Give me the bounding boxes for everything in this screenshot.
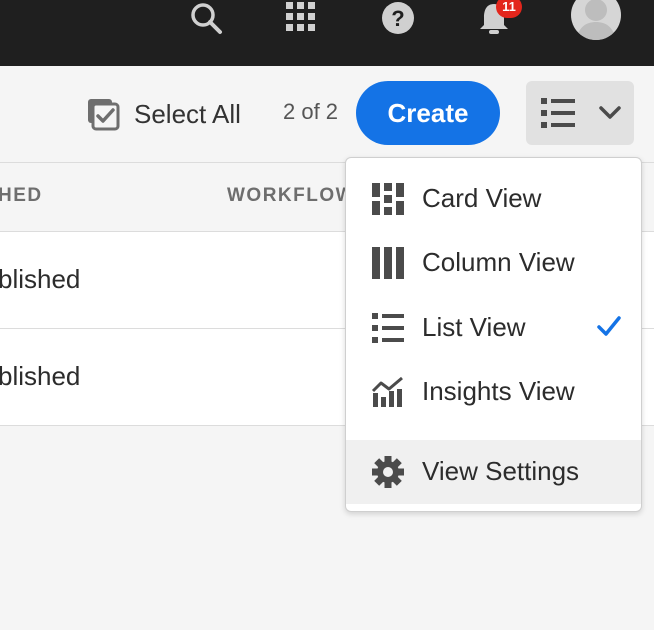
- menu-item-label: View Settings: [422, 456, 580, 486]
- svg-text:?: ?: [391, 6, 404, 31]
- selection-count: 2 of 2: [283, 99, 339, 124]
- avatar[interactable]: [571, 0, 621, 40]
- select-all-button[interactable]: Select All: [86, 96, 241, 132]
- help-icon[interactable]: ?: [381, 0, 415, 36]
- status-cell: blished: [0, 264, 81, 294]
- shell-bar: ? 11: [0, 0, 654, 66]
- status-cell: blished: [0, 361, 81, 391]
- menu-item-insights-view[interactable]: Insights View: [346, 360, 641, 424]
- apps-grid-icon[interactable]: [284, 0, 318, 34]
- menu-item-label: Card View: [422, 183, 542, 213]
- menu-item-list-view[interactable]: List View: [346, 296, 641, 360]
- action-bar: Select All 2 of 2 Create: [0, 66, 654, 163]
- search-icon[interactable]: [188, 2, 224, 36]
- create-button[interactable]: Create: [356, 81, 500, 145]
- chevron-down-icon: [599, 106, 621, 119]
- column-header-published[interactable]: HED: [0, 185, 43, 207]
- column-view-icon: [372, 247, 404, 279]
- column-header-workflow[interactable]: WORKFLOW: [227, 185, 355, 207]
- select-all-checkbox-icon: [88, 99, 120, 131]
- gear-icon: [372, 456, 404, 488]
- menu-item-column-view[interactable]: Column View: [346, 231, 641, 295]
- list-view-icon: [372, 313, 404, 343]
- menu-item-card-view[interactable]: Card View: [346, 167, 641, 231]
- select-all-label: Select All: [134, 98, 241, 129]
- card-view-icon: [372, 183, 404, 215]
- view-switcher-button[interactable]: [526, 81, 634, 145]
- menu-item-label: Insights View: [422, 376, 575, 406]
- checkmark-icon: [597, 316, 621, 336]
- menu-item-view-settings[interactable]: View Settings: [346, 440, 641, 504]
- menu-item-label: Column View: [422, 247, 575, 277]
- insights-view-icon: [371, 376, 403, 407]
- notification-badge: 11: [496, 0, 522, 18]
- list-view-icon: [541, 98, 575, 128]
- avatar-silhouette-icon: [576, 0, 616, 40]
- view-menu: Card View Column View List View Insights…: [345, 157, 642, 512]
- menu-item-label: List View: [422, 312, 526, 342]
